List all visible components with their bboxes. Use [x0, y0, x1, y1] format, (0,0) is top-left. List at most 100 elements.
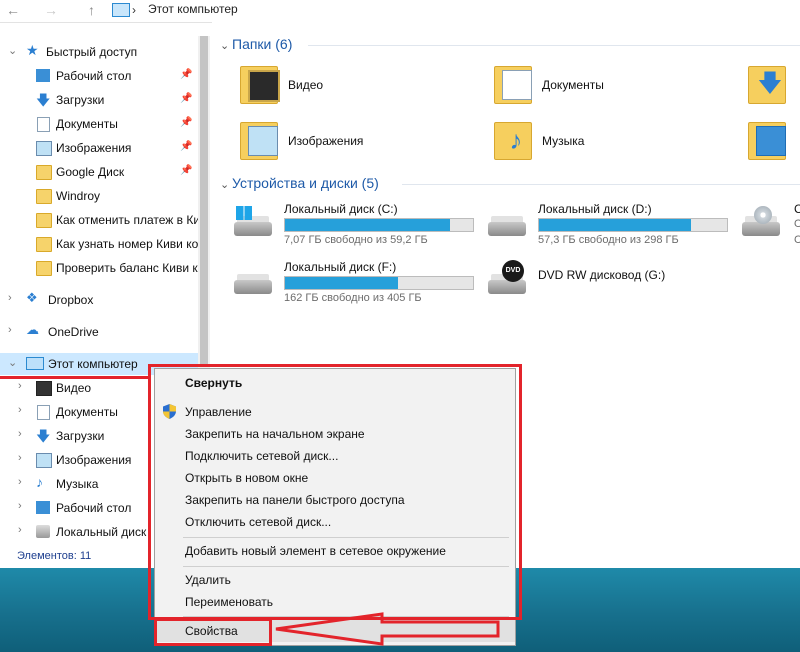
- drive-d[interactable]: Локальный диск (D:) 57,3 ГБ свободно из …: [488, 200, 733, 250]
- nav-label: Загрузки: [56, 93, 105, 107]
- pin-icon[interactable]: 📌: [180, 93, 192, 104]
- menu-item-pin-quick-access[interactable]: Закрепить на панели быстрого доступа: [155, 489, 515, 511]
- computer-icon: [26, 357, 44, 370]
- folder-tile-music[interactable]: ♪ Музыка: [494, 118, 724, 168]
- chevron-down-icon[interactable]: ⌄: [8, 356, 17, 369]
- folder-tile-downloads[interactable]: 🡇: [748, 62, 800, 112]
- menu-separator: [183, 566, 509, 567]
- nav-label: Windroy: [56, 189, 101, 203]
- menu-item-disconnect-drive[interactable]: Отключить сетевой диск...: [155, 511, 515, 533]
- drive-name: Локальный диск (F:): [284, 260, 397, 274]
- nav-item-folder[interactable]: Проверить баланс Киви к: [0, 257, 198, 279]
- folder-tile-video[interactable]: Видео: [240, 62, 470, 112]
- nav-item-google-drive[interactable]: Google Диск 📌: [0, 161, 198, 183]
- cloud-icon: ☁: [26, 322, 39, 337]
- folder-icon: [36, 189, 52, 204]
- dvd-drive-icon: DVD: [488, 260, 528, 296]
- folder-tile-desktop[interactable]: [748, 118, 800, 168]
- pin-icon[interactable]: 📌: [180, 117, 192, 128]
- menu-label: Удалить: [185, 573, 231, 587]
- drive-c[interactable]: Локальный диск (C:) 7,07 ГБ свободно из …: [234, 200, 479, 250]
- nav-item-downloads[interactable]: 🡇 Загрузки 📌: [0, 89, 198, 111]
- menu-item-pin-start[interactable]: Закрепить на начальном экране: [155, 423, 515, 445]
- drive-g-dvd[interactable]: DVD DVD RW дисковод (G:): [488, 258, 733, 308]
- chevron-right-icon[interactable]: ›: [18, 380, 22, 392]
- drive-name: Локальный диск (C:): [284, 202, 398, 216]
- windows-drive-icon: [234, 206, 274, 238]
- menu-item-open-new-window[interactable]: Открыть в новом окне: [155, 467, 515, 489]
- chevron-right-icon[interactable]: ›: [8, 324, 12, 336]
- nav-label: Изображения: [56, 453, 132, 467]
- folder-icon: [36, 213, 52, 228]
- chevron-right-icon[interactable]: ›: [18, 476, 22, 488]
- folder-tile-pictures[interactable]: Изображения: [240, 118, 470, 168]
- drive-f[interactable]: Локальный диск (F:) 162 ГБ свободно из 4…: [234, 258, 479, 308]
- nav-item-windroy[interactable]: Windroy: [0, 185, 198, 207]
- menu-separator: [183, 616, 509, 617]
- desktop-icon: [36, 69, 50, 82]
- chevron-right-icon[interactable]: ›: [18, 524, 22, 536]
- drive-free-space: 7,07 ГБ свободно из 59,2 ГБ: [284, 234, 428, 246]
- nav-item-folder[interactable]: Как отменить платеж в Киви: [0, 209, 198, 231]
- nav-label: Как отменить платеж в Киви: [56, 213, 198, 227]
- nav-onedrive[interactable]: › ☁ OneDrive: [0, 321, 198, 343]
- desktop-icon: [36, 501, 50, 514]
- drive-usage-bar: [284, 218, 474, 232]
- folder-icon: [36, 165, 52, 180]
- menu-item-delete[interactable]: Удалить: [155, 569, 515, 591]
- chevron-down-icon[interactable]: ⌄: [220, 178, 232, 191]
- music-folder-icon: ♪: [494, 122, 532, 160]
- pin-icon[interactable]: 📌: [180, 69, 192, 80]
- nav-label: Документы: [56, 405, 118, 419]
- download-arrow-icon: 🡇: [36, 92, 51, 108]
- status-item-count: Элементов: 11: [17, 550, 92, 562]
- menu-item-collapse[interactable]: Свернуть: [155, 372, 515, 394]
- up-arrow-icon[interactable]: ↑: [88, 2, 95, 18]
- nav-item-pictures[interactable]: Изображения 📌: [0, 137, 198, 159]
- menu-item-properties[interactable]: Свойства: [155, 620, 515, 642]
- folders-group-header[interactable]: ⌄ Папки (6): [220, 36, 292, 52]
- nav-quick-access[interactable]: ⌄ ★ Быстрый доступ: [0, 41, 198, 63]
- drive-cd[interactable]: С О С: [742, 200, 800, 250]
- nav-item-documents[interactable]: Документы 📌: [0, 113, 198, 135]
- menu-item-map-drive[interactable]: Подключить сетевой диск...: [155, 445, 515, 467]
- chevron-right-icon[interactable]: ›: [18, 428, 22, 440]
- forward-arrow-icon[interactable]: →: [44, 2, 58, 18]
- menu-label: Управление: [185, 405, 252, 419]
- breadcrumb-this-pc[interactable]: Этот компьютер: [148, 2, 238, 16]
- devices-group-header[interactable]: ⌄ Устройства и диски (5): [220, 175, 379, 191]
- drive-usage-fill: [285, 277, 398, 289]
- menu-item-manage[interactable]: Управление: [155, 401, 515, 423]
- pictures-folder-icon: [240, 122, 278, 160]
- chevron-right-icon[interactable]: ›: [18, 404, 22, 416]
- drive-usage-fill: [539, 219, 692, 231]
- menu-item-add-network-location[interactable]: Добавить новый элемент в сетевое окружен…: [155, 540, 515, 562]
- nav-item-desktop[interactable]: Рабочий стол 📌: [0, 65, 198, 87]
- nav-label: Документы: [56, 117, 118, 131]
- menu-label: Открыть в новом окне: [185, 471, 309, 485]
- drive-name-partial: С: [794, 202, 800, 216]
- breadcrumb-separator-icon[interactable]: ›: [132, 3, 136, 17]
- chevron-right-icon[interactable]: ›: [18, 452, 22, 464]
- drive-text-partial: О: [794, 218, 800, 230]
- folder-tile-documents[interactable]: Документы: [494, 62, 724, 112]
- nav-dropbox[interactable]: › ❖ Dropbox: [0, 289, 198, 311]
- nav-label: Локальный диск: [56, 525, 147, 539]
- menu-item-rename[interactable]: Переименовать: [155, 591, 515, 613]
- pin-icon[interactable]: 📌: [180, 165, 192, 176]
- drive-name: DVD RW дисковод (G:): [538, 268, 666, 282]
- scrollbar-thumb[interactable]: [200, 36, 208, 366]
- nav-item-folder[interactable]: Как узнать номер Киви ко: [0, 233, 198, 255]
- drive-usage-fill: [285, 219, 451, 231]
- chevron-right-icon[interactable]: ›: [18, 500, 22, 512]
- chevron-down-icon[interactable]: ⌄: [8, 44, 17, 57]
- folder-icon: [36, 237, 52, 252]
- cd-drive-icon: [742, 206, 782, 238]
- chevron-down-icon[interactable]: ⌄: [220, 39, 232, 52]
- drive-icon: [488, 212, 528, 238]
- back-arrow-icon[interactable]: ←: [6, 2, 20, 18]
- pin-icon[interactable]: 📌: [180, 141, 192, 152]
- folder-name: Музыка: [542, 134, 585, 148]
- menu-label: Подключить сетевой диск...: [185, 449, 339, 463]
- chevron-right-icon[interactable]: ›: [8, 292, 12, 304]
